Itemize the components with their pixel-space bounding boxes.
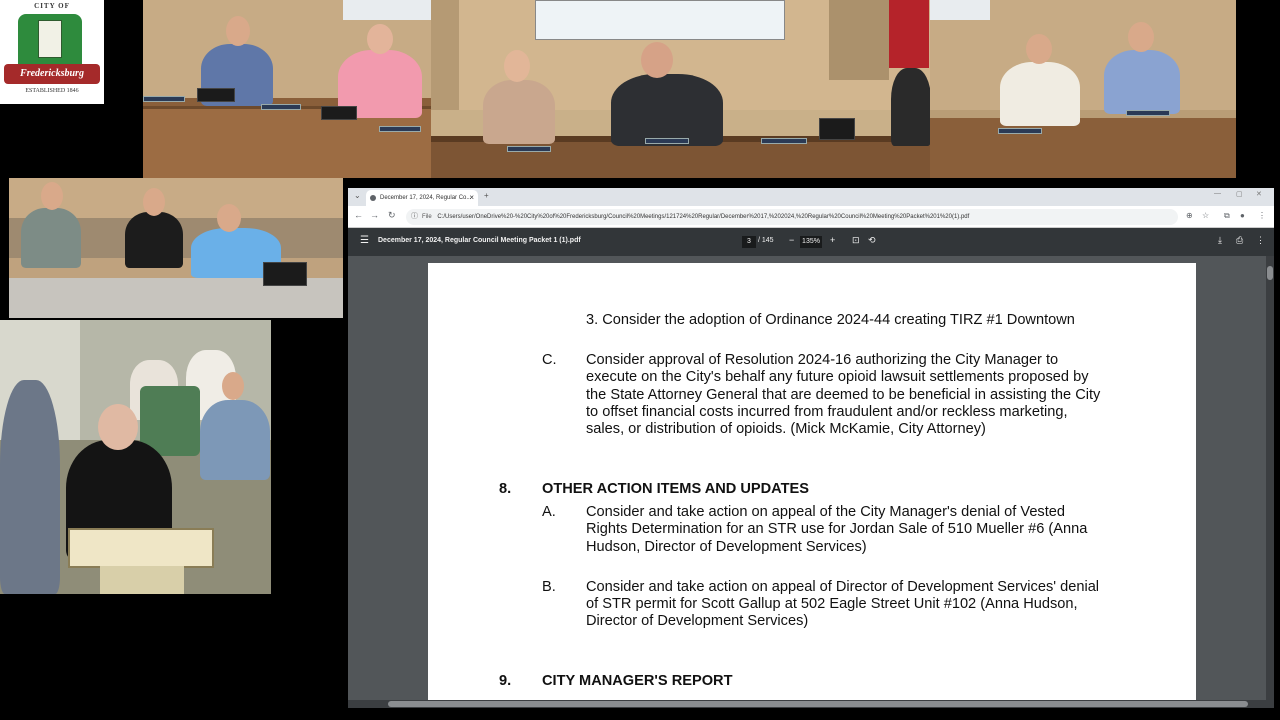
url-label: File	[422, 214, 432, 220]
url-text: C:/Users/user/OneDrive%20-%20City%20of%2…	[437, 214, 970, 220]
logo-arc-text: CITY OF	[34, 2, 70, 10]
close-window-icon[interactable]: ✕	[1256, 190, 1262, 198]
browser-window: ⌄ December 17, 2024, Regular Co... × + —…	[348, 188, 1274, 708]
minimize-icon[interactable]: —	[1214, 190, 1221, 197]
profile-icon[interactable]: ●	[1240, 211, 1245, 220]
rotate-icon[interactable]: ⟲	[868, 235, 876, 246]
zoom-icon[interactable]: ⊕	[1186, 211, 1193, 220]
logo-tower-icon	[38, 20, 62, 58]
scrollbar-thumb[interactable]	[1267, 266, 1273, 280]
print-icon[interactable]: ⎙	[1236, 235, 1243, 246]
back-icon[interactable]: ←	[354, 210, 363, 220]
council-camera-center	[431, 0, 930, 178]
maximize-icon[interactable]: ▢	[1236, 190, 1243, 198]
tab-title: December 17, 2024, Regular Co...	[380, 195, 472, 201]
reload-icon[interactable]: ↻	[388, 210, 396, 221]
forward-icon[interactable]: →	[370, 210, 379, 220]
item-c-line: to offset financial costs incurred from …	[586, 404, 1068, 420]
pdf-more-icon[interactable]: ⋮	[1256, 235, 1265, 246]
fit-page-icon[interactable]: ⊡	[852, 235, 860, 246]
page-total: / 145	[758, 237, 774, 244]
zoom-out-icon[interactable]: −	[789, 235, 794, 245]
horizontal-scrollbar[interactable]	[348, 700, 1266, 708]
horizontal-scrollbar-thumb[interactable]	[388, 701, 1248, 707]
cast-icon[interactable]: ⧉	[1224, 211, 1230, 221]
tab-search-icon[interactable]: ⌄	[354, 191, 361, 200]
podium-camera	[0, 320, 271, 594]
item-a-line: Rights Determination for an STR use for …	[586, 521, 1088, 537]
item-b-line: Consider and take action on appeal of Di…	[586, 579, 1100, 595]
new-tab-icon[interactable]: +	[484, 191, 489, 200]
logo-established: ESTABLISHED 1846	[25, 88, 79, 94]
section-9-number: 9.	[499, 673, 512, 689]
info-icon[interactable]: ⓘ	[411, 209, 418, 225]
section-8-title: OTHER ACTION ITEMS AND UPDATES	[542, 481, 810, 497]
url-field[interactable]: ⓘ File C:/Users/user/OneDrive%20-%20City…	[406, 209, 1178, 225]
section-9-title: CITY MANAGER'S REPORT	[542, 673, 733, 689]
page-number-input[interactable]: 3	[742, 236, 756, 248]
bookmark-star-icon[interactable]: ☆	[1202, 211, 1209, 220]
pdf-menu-icon[interactable]: ☰	[360, 235, 369, 246]
city-logo: CITY OF Fredericksburg ESTABLISHED 1846	[0, 0, 104, 104]
zoom-in-icon[interactable]: +	[830, 235, 835, 245]
tab-pdf[interactable]: December 17, 2024, Regular Co... ×	[366, 190, 478, 206]
pdf-title: December 17, 2024, Regular Council Meeti…	[378, 237, 581, 244]
pdf-page: 3. Consider the adoption of Ordinance 20…	[428, 263, 1196, 708]
item-b-letter: B.	[542, 579, 556, 595]
council-camera-left	[143, 0, 431, 178]
item-b-line: Director of Development Services)	[586, 613, 809, 629]
item-a-line: Consider and take action on appeal of th…	[586, 504, 1066, 520]
address-bar: ← → ↻ ⓘ File C:/Users/user/OneDrive%20-%…	[348, 206, 1274, 228]
download-icon[interactable]: ⤓	[1218, 235, 1222, 246]
logo-ribbon: Fredericksburg	[4, 64, 100, 84]
browser-menu-icon[interactable]: ⋮	[1258, 211, 1266, 220]
vertical-scrollbar[interactable]	[1266, 256, 1274, 708]
meeting-broadcast: CITY OF Fredericksburg ESTABLISHED 1846	[0, 0, 1280, 720]
item-a-line: Hudson, Director of Development Services…	[586, 539, 867, 555]
zoom-level-input[interactable]: 135%	[800, 236, 822, 248]
agenda-item-3: 3. Consider the adoption of Ordinance 20…	[586, 312, 1075, 328]
staff-camera	[9, 178, 343, 318]
item-b-line: of STR permit for Scott Gallup at 502 Ea…	[586, 596, 1078, 612]
item-c-line: execute on the City's behalf any future …	[586, 369, 1089, 385]
item-a-letter: A.	[542, 504, 556, 520]
pdf-viewer[interactable]: 3. Consider the adoption of Ordinance 20…	[348, 256, 1274, 708]
close-tab-icon[interactable]: ×	[469, 190, 474, 206]
item-c-line: Consider approval of Resolution 2024-16 …	[586, 352, 1059, 368]
tab-bar: ⌄ December 17, 2024, Regular Co... × + —…	[348, 188, 1274, 206]
item-c-letter: C.	[542, 352, 557, 368]
pdf-toolbar: ☰ December 17, 2024, Regular Council Mee…	[348, 228, 1274, 256]
section-8-number: 8.	[499, 481, 512, 497]
globe-icon	[370, 195, 376, 201]
council-camera-right	[930, 0, 1236, 178]
item-c-line: the State Attorney General that are deem…	[586, 387, 1101, 403]
item-c-line: sales, or distribution of opioids. (Mick…	[586, 421, 986, 437]
